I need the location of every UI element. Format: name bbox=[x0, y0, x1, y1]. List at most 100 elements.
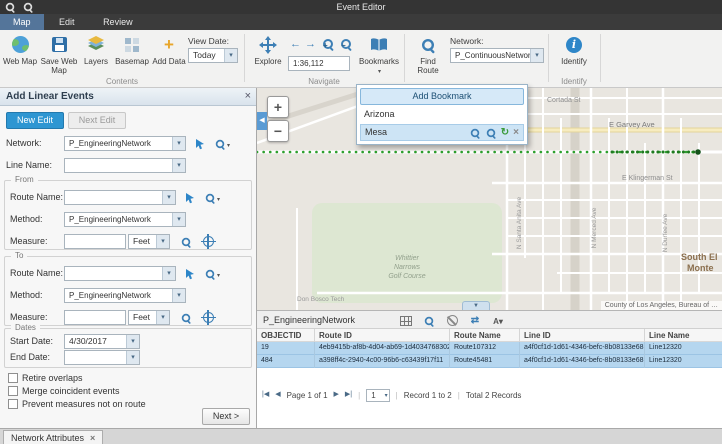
from-measure-target-icon[interactable] bbox=[198, 234, 218, 249]
map-zoom-in-icon[interactable] bbox=[322, 38, 334, 52]
explore-button[interactable]: Explore bbox=[250, 33, 286, 66]
to-method-label: Method: bbox=[10, 288, 43, 303]
from-measure-input[interactable] bbox=[64, 234, 126, 249]
toolbar-divider bbox=[244, 34, 245, 82]
from-unit-select[interactable]: Feet bbox=[128, 234, 170, 249]
map-zoom-out-icon[interactable] bbox=[340, 38, 352, 52]
find-route-button[interactable]: Find Route bbox=[410, 33, 446, 75]
to-measure-input[interactable] bbox=[64, 310, 126, 325]
table-options-icon[interactable] bbox=[397, 314, 415, 327]
to-unit-value: Feet bbox=[133, 311, 150, 324]
first-page-button[interactable] bbox=[262, 388, 269, 402]
to-measure-target-icon[interactable] bbox=[198, 310, 218, 325]
zoom-out-button[interactable]: − bbox=[267, 120, 289, 142]
table-row[interactable]: 484 a398ff4c-2940-4c00-96b6-c63439f17f11… bbox=[257, 355, 722, 368]
save-web-map-button[interactable]: Save Web Map bbox=[40, 33, 78, 75]
bookmarks-label: Bookmarks bbox=[359, 57, 399, 66]
from-method-value: P_EngineeringNetwork bbox=[69, 213, 151, 226]
tab-label: Network Attributes bbox=[11, 433, 84, 443]
zoom-to-selection-icon[interactable] bbox=[420, 314, 438, 327]
end-date-select[interactable] bbox=[64, 350, 140, 365]
bookmark-zoom-icon[interactable] bbox=[470, 127, 480, 137]
from-pick-measure-icon[interactable] bbox=[176, 234, 196, 249]
prevent-measures-checkbox[interactable] bbox=[8, 399, 18, 409]
new-edit-button[interactable]: New Edit bbox=[6, 112, 64, 129]
route-end-point[interactable] bbox=[695, 149, 701, 155]
cell-line-id: a4f0cf1d-1d61-4346-befc-8b08133e681e bbox=[520, 342, 645, 355]
from-route-name-select[interactable] bbox=[64, 190, 176, 205]
previous-page-button[interactable] bbox=[275, 388, 280, 402]
close-icon[interactable] bbox=[90, 433, 95, 443]
bookmark-refresh-icon[interactable] bbox=[501, 125, 509, 140]
from-zoom-menu-icon[interactable] bbox=[202, 190, 222, 205]
web-map-button[interactable]: Web Map bbox=[2, 33, 38, 66]
zoom-in-button[interactable]: + bbox=[267, 96, 289, 118]
collapse-panel-arrow[interactable] bbox=[257, 112, 267, 130]
to-select-route-icon[interactable] bbox=[180, 266, 200, 281]
to-method-select[interactable]: P_EngineeringNetwork bbox=[64, 288, 186, 303]
from-select-route-icon[interactable] bbox=[180, 190, 200, 205]
tab-map[interactable]: Map bbox=[0, 14, 44, 30]
tab-review[interactable]: Review bbox=[90, 14, 146, 30]
start-date-label: Start Date: bbox=[10, 334, 53, 349]
attribute-table-tab[interactable]: P_EngineeringNetwork bbox=[263, 311, 355, 329]
zoom-menu-icon[interactable] bbox=[212, 136, 232, 151]
last-page-button[interactable] bbox=[345, 388, 352, 402]
bookmark-item-mesa[interactable]: Mesa bbox=[360, 124, 524, 141]
layers-button[interactable]: Layers bbox=[80, 33, 112, 66]
close-icon[interactable] bbox=[245, 90, 251, 102]
switch-selection-icon[interactable] bbox=[466, 314, 484, 327]
dates-legend: Dates bbox=[11, 323, 40, 332]
select-on-map-icon[interactable] bbox=[190, 136, 210, 151]
view-date-select[interactable]: Today bbox=[188, 48, 238, 63]
bookmark-label: Mesa bbox=[365, 125, 387, 140]
separator bbox=[396, 391, 398, 400]
collapse-table-arrow[interactable] bbox=[462, 301, 490, 310]
tab-edit[interactable]: Edit bbox=[46, 14, 88, 30]
street-label: N Durfee Ave bbox=[662, 213, 669, 252]
bookmark-item-arizona[interactable]: Arizona bbox=[360, 107, 524, 122]
prevent-measures-label: Prevent measures not on route bbox=[22, 397, 146, 412]
bookmarks-button[interactable]: Bookmarks bbox=[356, 33, 402, 77]
add-data-button[interactable]: Add Data bbox=[152, 33, 186, 66]
page-size-select[interactable]: 1 bbox=[366, 389, 389, 402]
add-data-label: Add Data bbox=[152, 57, 186, 66]
column-header-objectid[interactable]: OBJECTID bbox=[257, 329, 315, 342]
basemap-icon bbox=[124, 37, 140, 53]
basemap-button[interactable]: Basemap bbox=[114, 33, 150, 66]
line-name-select[interactable] bbox=[64, 158, 186, 173]
to-pick-measure-icon[interactable] bbox=[176, 310, 196, 325]
identify-button[interactable]: Identify bbox=[554, 33, 594, 66]
identify-icon bbox=[566, 37, 582, 53]
sort-icon[interactable] bbox=[489, 314, 507, 327]
next-edit-button[interactable]: Next Edit bbox=[68, 112, 126, 129]
next-button[interactable]: Next > bbox=[202, 408, 250, 425]
to-unit-select[interactable]: Feet bbox=[128, 310, 170, 325]
bookmarks-icon bbox=[370, 38, 388, 52]
to-route-name-select[interactable] bbox=[64, 266, 176, 281]
column-header-route-id[interactable]: Route ID bbox=[315, 329, 450, 342]
table-row[interactable]: 19 4eb9415b-af8b-4d04-ab69-1d4034768302b… bbox=[257, 342, 722, 355]
to-zoom-menu-icon[interactable] bbox=[202, 266, 222, 281]
column-header-line-name[interactable]: Line Name bbox=[645, 329, 722, 342]
bottom-tab-bar: Network Attributes bbox=[0, 428, 722, 444]
from-method-select[interactable]: P_EngineeringNetwork bbox=[64, 212, 186, 227]
record-range-text: Record 1 to 2 bbox=[404, 391, 452, 400]
poi-label: Don Bosco Tech bbox=[297, 296, 345, 303]
bookmark-delete-icon[interactable] bbox=[513, 125, 519, 140]
column-header-line-id[interactable]: Line ID bbox=[520, 329, 645, 342]
retire-overlaps-checkbox[interactable] bbox=[8, 373, 18, 383]
previous-extent-icon[interactable]: ← bbox=[290, 38, 301, 50]
panel-network-select[interactable]: P_EngineeringNetwork bbox=[64, 136, 186, 151]
network-select[interactable]: P_ContinuousNetwork bbox=[450, 48, 544, 63]
add-bookmark-button[interactable]: Add Bookmark bbox=[360, 88, 524, 105]
column-header-route-name[interactable]: Route Name bbox=[450, 329, 520, 342]
bookmark-pan-icon[interactable] bbox=[486, 127, 496, 137]
merge-coincident-checkbox[interactable] bbox=[8, 386, 18, 396]
scale-input[interactable]: 1:36,112 bbox=[288, 56, 350, 71]
start-date-select[interactable]: 4/30/2017 bbox=[64, 334, 140, 349]
clear-selection-icon[interactable] bbox=[443, 314, 461, 327]
tab-network-attributes[interactable]: Network Attributes bbox=[3, 430, 103, 444]
next-extent-icon[interactable]: → bbox=[305, 38, 316, 50]
next-page-button[interactable] bbox=[334, 388, 339, 402]
